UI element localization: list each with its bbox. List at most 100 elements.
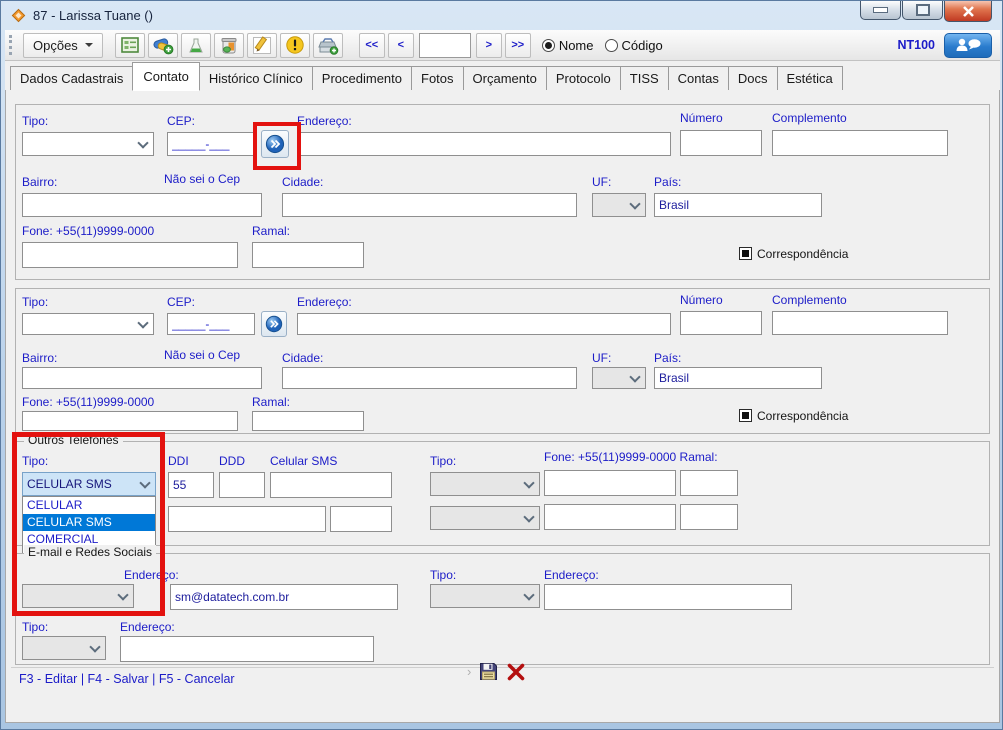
nao-sei-cep-link[interactable]: Não sei o Cep: [164, 348, 240, 362]
nav-last-button[interactable]: >>: [505, 33, 531, 58]
address1-pais-input[interactable]: [654, 193, 822, 217]
cidade-label: Cidade:: [282, 175, 323, 189]
address1-fone-input[interactable]: [22, 242, 238, 268]
save-floppy-icon: [478, 661, 499, 682]
medications-button[interactable]: [148, 33, 178, 58]
email-tipo-select-1[interactable]: [22, 584, 134, 608]
uf-label: UF:: [592, 351, 611, 365]
email-endereco-input-1[interactable]: [170, 584, 398, 610]
option-celular[interactable]: CELULAR: [23, 497, 155, 514]
address1-correspondencia-checkbox[interactable]: [739, 247, 752, 260]
outros-right-tipo-select-2[interactable]: [430, 506, 540, 530]
tipo-label: Tipo:: [22, 295, 48, 309]
address2-complemento-input[interactable]: [772, 311, 948, 335]
address2-numero-input[interactable]: [680, 311, 762, 335]
celular-sms-input[interactable]: [270, 472, 392, 498]
address2-endereco-input[interactable]: [297, 313, 671, 335]
outros-right-ramal-input-1[interactable]: [680, 470, 738, 496]
tab-estetica[interactable]: Estética: [777, 66, 843, 90]
outros-right-fone-input-1[interactable]: [544, 470, 676, 496]
outros-ramal2-input[interactable]: [330, 506, 392, 532]
nav-prev-button[interactable]: <: [388, 33, 414, 58]
material-jar-button[interactable]: [214, 33, 244, 58]
tab-fotos[interactable]: Fotos: [411, 66, 464, 90]
minimize-button[interactable]: [860, 1, 901, 20]
nav-next-button[interactable]: >: [476, 33, 502, 58]
nav-next-label: >: [486, 39, 492, 51]
restore-button[interactable]: [902, 1, 943, 20]
nav-prev-label: <: [398, 39, 404, 51]
search-by-codigo-radio[interactable]: Código: [605, 38, 663, 53]
email-tipo-select-2[interactable]: [430, 584, 540, 608]
alert-button[interactable]: [280, 33, 310, 58]
lab-flask-icon: [186, 36, 206, 55]
ddd-input[interactable]: [219, 472, 265, 498]
email-endereco-input-3[interactable]: [120, 636, 374, 662]
address1-complemento-input[interactable]: [772, 130, 948, 156]
address2-uf-select[interactable]: [592, 367, 646, 389]
toolbar-grip[interactable]: [9, 35, 15, 55]
address1-cep-search-button[interactable]: [261, 130, 289, 158]
address1-cidade-input[interactable]: [282, 193, 577, 217]
outros-right-tipo-select-1[interactable]: [430, 472, 540, 496]
save-button[interactable]: [478, 661, 499, 682]
address2-ramal-input[interactable]: [252, 411, 364, 431]
nav-first-button[interactable]: <<: [359, 33, 385, 58]
address1-endereco-input[interactable]: [297, 132, 671, 156]
codigo-radio-label: Código: [622, 38, 663, 53]
cep-search-globe-icon: [265, 134, 285, 154]
chat-button[interactable]: [944, 33, 992, 58]
tab-contato[interactable]: Contato: [132, 62, 200, 91]
options-menu-button[interactable]: Opções: [23, 33, 103, 58]
address2-cidade-input[interactable]: [282, 367, 577, 389]
option-celular-sms[interactable]: CELULAR SMS: [23, 514, 155, 531]
pais-label: País:: [654, 351, 681, 365]
pais-label: País:: [654, 175, 681, 189]
address2-fone-input[interactable]: [22, 411, 238, 431]
record-form-button[interactable]: [115, 33, 145, 58]
outros-fone2-input[interactable]: [168, 506, 326, 532]
address1-numero-input[interactable]: [680, 130, 762, 156]
address2-correspondencia-checkbox[interactable]: [739, 409, 752, 422]
address2-cep-search-button[interactable]: [261, 311, 287, 337]
tab-dados-cadastrais[interactable]: Dados Cadastrais: [10, 66, 133, 90]
email-tipo-select-3[interactable]: [22, 636, 106, 660]
tab-contas[interactable]: Contas: [668, 66, 729, 90]
lab-flask-button[interactable]: [181, 33, 211, 58]
record-number-input[interactable]: [419, 33, 471, 58]
email-endereco-input-2[interactable]: [544, 584, 792, 610]
tab-tiss[interactable]: TISS: [620, 66, 669, 90]
tab-docs[interactable]: Docs: [728, 66, 778, 90]
edit-pencil-button[interactable]: [247, 33, 277, 58]
ddi-input[interactable]: [168, 472, 214, 498]
address1-bairro-input[interactable]: [22, 193, 262, 217]
restore-icon: [916, 4, 930, 16]
outros-right-fone-input-2[interactable]: [544, 504, 676, 530]
address2-bairro-input[interactable]: [22, 367, 262, 389]
numero-label: Número: [680, 293, 723, 307]
outros-tipo-select[interactable]: CELULAR SMS: [22, 472, 156, 496]
cancel-button[interactable]: [506, 662, 526, 682]
search-by-nome-radio[interactable]: Nome: [542, 38, 594, 53]
address1-uf-select[interactable]: [592, 193, 646, 217]
tab-historico-clinico[interactable]: Histórico Clínico: [199, 66, 313, 90]
tab-protocolo[interactable]: Protocolo: [546, 66, 621, 90]
address1-ramal-input[interactable]: [252, 242, 364, 268]
tab-procedimento[interactable]: Procedimento: [312, 66, 412, 90]
cep-label: CEP:: [167, 295, 195, 309]
cash-register-button[interactable]: [313, 33, 343, 58]
outros-right-ramal-input-2[interactable]: [680, 504, 738, 530]
close-button[interactable]: [944, 1, 992, 22]
address2-cep-input[interactable]: [167, 313, 255, 335]
endereco-label: Endereço:: [297, 295, 352, 309]
address2-pais-input[interactable]: [654, 367, 822, 389]
chevron-down-icon: [118, 591, 128, 601]
address2-tipo-select[interactable]: [22, 313, 154, 335]
address1-cep-input[interactable]: [167, 132, 255, 156]
title-bar: 87 - Larissa Tuane (): [1, 1, 1002, 29]
nao-sei-cep-link[interactable]: Não sei o Cep: [164, 172, 240, 186]
tab-orcamento[interactable]: Orçamento: [463, 66, 547, 90]
address1-tipo-select[interactable]: [22, 132, 154, 156]
email-group-title: E-mail e Redes Sociais: [24, 545, 156, 559]
close-icon: [962, 6, 975, 17]
